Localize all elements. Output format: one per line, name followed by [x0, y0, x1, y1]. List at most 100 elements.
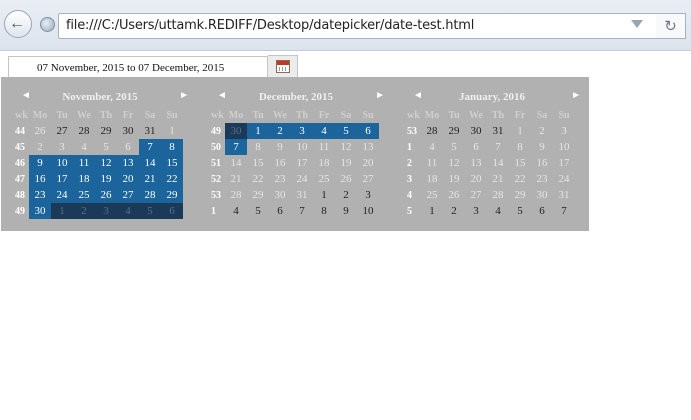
day-cell-selected[interactable]: 12 — [95, 155, 117, 171]
day-cell[interactable]: 29 — [95, 123, 117, 139]
day-cell[interactable]: 8 — [509, 139, 531, 155]
calendar-button[interactable] — [268, 55, 298, 78]
day-cell[interactable]: 20 — [357, 155, 379, 171]
reload-button[interactable]: ↻ — [656, 13, 686, 39]
day-cell[interactable]: 24 — [291, 171, 313, 187]
day-cell[interactable]: 28 — [421, 123, 443, 139]
day-cell[interactable]: 11 — [421, 155, 443, 171]
day-cell[interactable]: 14 — [487, 155, 509, 171]
day-cell-selected[interactable]: 28 — [139, 187, 161, 203]
day-cell[interactable]: 29 — [509, 187, 531, 203]
day-cell-selected[interactable]: 21 — [139, 171, 161, 187]
day-cell[interactable]: 17 — [553, 155, 575, 171]
day-cell[interactable]: 31 — [139, 123, 161, 139]
day-cell-selected[interactable]: 16 — [29, 171, 51, 187]
day-cell-selected[interactable]: 3 — [95, 203, 117, 219]
day-cell-selected[interactable]: 20 — [117, 171, 139, 187]
day-cell[interactable]: 29 — [247, 187, 269, 203]
day-cell[interactable]: 18 — [313, 155, 335, 171]
day-cell-selected[interactable]: 27 — [117, 187, 139, 203]
day-cell[interactable]: 24 — [553, 171, 575, 187]
address-bar[interactable]: file:///C:/Users/uttamk.REDIFF/Desktop/d… — [58, 13, 658, 39]
day-cell[interactable]: 6 — [117, 139, 139, 155]
day-cell[interactable]: 2 — [443, 203, 465, 219]
day-cell[interactable]: 5 — [95, 139, 117, 155]
day-cell[interactable]: 15 — [509, 155, 531, 171]
day-cell[interactable]: 6 — [269, 203, 291, 219]
day-cell-selected[interactable]: 13 — [117, 155, 139, 171]
day-cell[interactable]: 22 — [247, 171, 269, 187]
day-cell[interactable]: 1 — [509, 123, 531, 139]
day-cell-selected[interactable]: 5 — [335, 123, 357, 139]
day-cell[interactable]: 9 — [531, 139, 553, 155]
day-cell[interactable]: 4 — [487, 203, 509, 219]
day-cell[interactable]: 20 — [465, 171, 487, 187]
day-cell-selected[interactable]: 14 — [139, 155, 161, 171]
day-cell-selected[interactable]: 23 — [29, 187, 51, 203]
day-cell-selected[interactable]: 10 — [51, 155, 73, 171]
day-cell[interactable]: 2 — [29, 139, 51, 155]
day-cell[interactable]: 1 — [313, 187, 335, 203]
day-cell-selected[interactable]: 8 — [161, 139, 183, 155]
day-cell[interactable]: 28 — [487, 187, 509, 203]
back-button[interactable]: ← — [4, 10, 32, 38]
day-cell-selected[interactable]: 11 — [73, 155, 95, 171]
day-cell-selected[interactable]: 18 — [73, 171, 95, 187]
day-cell[interactable]: 27 — [357, 171, 379, 187]
day-cell[interactable]: 19 — [335, 155, 357, 171]
day-cell-selected[interactable]: 22 — [161, 171, 183, 187]
day-cell[interactable]: 5 — [443, 139, 465, 155]
day-cell[interactable]: 16 — [531, 155, 553, 171]
day-cell[interactable]: 10 — [553, 139, 575, 155]
day-cell[interactable]: 30 — [117, 123, 139, 139]
day-cell[interactable]: 11 — [313, 139, 335, 155]
day-cell-selected[interactable]: 4 — [117, 203, 139, 219]
day-cell[interactable]: 29 — [443, 123, 465, 139]
day-cell[interactable]: 3 — [51, 139, 73, 155]
day-cell-selected[interactable]: 1 — [51, 203, 73, 219]
day-cell[interactable]: 6 — [465, 139, 487, 155]
day-cell[interactable]: 31 — [487, 123, 509, 139]
day-cell[interactable]: 25 — [313, 171, 335, 187]
day-cell[interactable]: 7 — [291, 203, 313, 219]
day-cell[interactable]: 30 — [531, 187, 553, 203]
day-cell[interactable]: 9 — [269, 139, 291, 155]
day-cell-selected[interactable]: 6 — [357, 123, 379, 139]
day-cell[interactable]: 15 — [247, 155, 269, 171]
next-month-arrow-icon[interactable]: ► — [375, 90, 385, 101]
day-cell[interactable]: 3 — [553, 123, 575, 139]
day-cell[interactable]: 12 — [443, 155, 465, 171]
day-cell-selected[interactable]: 15 — [161, 155, 183, 171]
day-cell[interactable]: 13 — [357, 139, 379, 155]
day-cell[interactable]: 5 — [247, 203, 269, 219]
day-cell-selected[interactable]: 7 — [139, 139, 161, 155]
day-cell[interactable]: 26 — [335, 171, 357, 187]
day-cell-selected[interactable]: 9 — [29, 155, 51, 171]
date-range-input[interactable]: 07 November, 2015 to 07 December, 2015 — [8, 56, 268, 78]
day-cell[interactable]: 31 — [553, 187, 575, 203]
day-cell[interactable]: 28 — [225, 187, 247, 203]
day-cell-selected[interactable]: 7 — [225, 139, 247, 155]
day-cell[interactable]: 14 — [225, 155, 247, 171]
day-cell[interactable]: 13 — [465, 155, 487, 171]
day-cell[interactable]: 12 — [335, 139, 357, 155]
day-cell-selected[interactable]: 24 — [51, 187, 73, 203]
day-cell[interactable]: 3 — [357, 187, 379, 203]
day-cell-selected[interactable]: 29 — [161, 187, 183, 203]
day-cell[interactable]: 17 — [291, 155, 313, 171]
day-cell-selected[interactable]: 3 — [291, 123, 313, 139]
day-cell-selected[interactable]: 25 — [73, 187, 95, 203]
day-cell[interactable]: 26 — [29, 123, 51, 139]
next-month-arrow-icon[interactable]: ► — [571, 90, 581, 101]
day-cell[interactable]: 10 — [291, 139, 313, 155]
day-cell[interactable]: 23 — [269, 171, 291, 187]
day-cell[interactable]: 1 — [421, 203, 443, 219]
day-cell-selected[interactable]: 19 — [95, 171, 117, 187]
day-cell-selected[interactable]: 26 — [95, 187, 117, 203]
day-cell[interactable]: 30 — [269, 187, 291, 203]
day-cell-selected[interactable]: 30 — [225, 123, 247, 139]
day-cell[interactable]: 4 — [73, 139, 95, 155]
day-cell[interactable]: 2 — [531, 123, 553, 139]
day-cell-selected[interactable]: 2 — [269, 123, 291, 139]
day-cell[interactable]: 27 — [465, 187, 487, 203]
